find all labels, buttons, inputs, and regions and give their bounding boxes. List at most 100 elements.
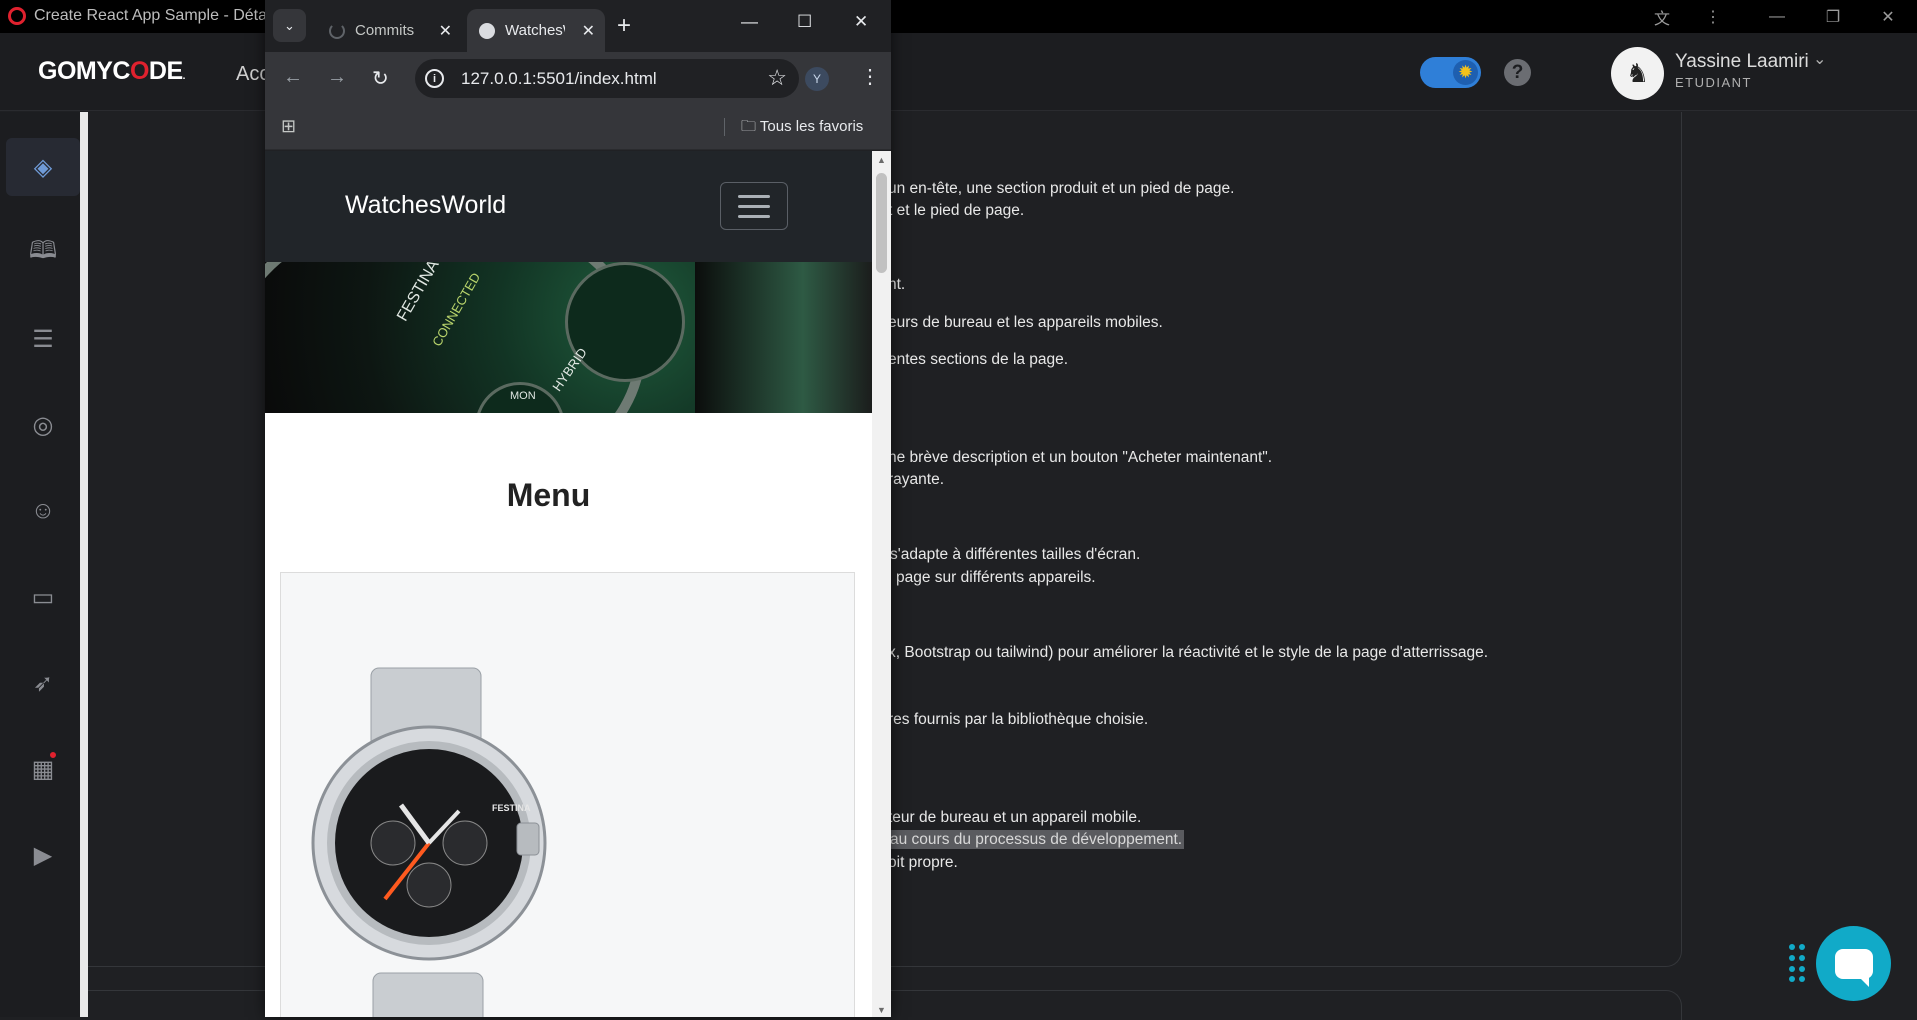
logo-text-o: O bbox=[129, 57, 149, 85]
tab-search-icon[interactable]: ⌄ bbox=[273, 9, 306, 42]
content-line-selected: au cours du processus de développement. bbox=[888, 830, 1185, 849]
sidebar-item-laptop[interactable]: ▭ bbox=[6, 568, 80, 626]
profile-avatar[interactable]: Y bbox=[805, 67, 829, 91]
selected-text: au cours du processus de développement. bbox=[888, 830, 1185, 849]
site-navbar: WatchesWorld bbox=[265, 151, 872, 262]
tab-title: WatchesWorld bbox=[505, 22, 565, 39]
scroll-down-icon[interactable]: ▼ bbox=[877, 1005, 886, 1015]
hamburger-menu-icon[interactable] bbox=[720, 182, 788, 230]
browser-window: ⌄ Commits ✕ WatchesWorld ✕ + — ☐ ✕ ← → ↻… bbox=[265, 0, 891, 1017]
chat-icon bbox=[1834, 948, 1873, 987]
bookmarks-bar: ⊞ 🗀 Tous les favoris bbox=[265, 104, 891, 150]
hero-banner-image: FESTINA CONNECTED HYBRID MON bbox=[265, 262, 872, 413]
logo-text-pre: GOMYC bbox=[38, 57, 130, 85]
user-name[interactable]: Yassine Laamiri bbox=[1675, 51, 1809, 73]
apps-grid-icon[interactable]: ⊞ bbox=[281, 116, 296, 137]
chat-button[interactable] bbox=[1816, 926, 1891, 1001]
reload-icon[interactable]: ↻ bbox=[372, 66, 389, 91]
chevron-down-icon[interactable]: ⌄ bbox=[1813, 49, 1826, 69]
content-line: eurs de bureau et les appareils mobiles. bbox=[888, 314, 1163, 331]
user-role: ETUDIANT bbox=[1675, 75, 1752, 90]
content-line: teur de bureau et un appareil mobile. bbox=[888, 809, 1142, 826]
restore-icon[interactable]: ❐ bbox=[1818, 4, 1848, 30]
tab-strip: ⌄ Commits ✕ WatchesWorld ✕ + — ☐ ✕ bbox=[265, 0, 891, 52]
product-card[interactable]: FESTINA bbox=[280, 572, 855, 1017]
tab-watchesworld[interactable]: WatchesWorld ✕ bbox=[467, 9, 605, 52]
gomycode-logo[interactable]: GOMYCODE. bbox=[38, 57, 185, 86]
back-icon[interactable]: ← bbox=[283, 66, 303, 89]
laptop-icon: ▭ bbox=[31, 583, 55, 611]
close-tab-icon[interactable]: ✕ bbox=[439, 21, 452, 41]
url-text[interactable]: 127.0.0.1:5501/index.html bbox=[461, 69, 657, 89]
avatar[interactable]: ♞ bbox=[1611, 47, 1664, 100]
kebab-icon[interactable]: ⋮ bbox=[860, 64, 880, 89]
forward-icon[interactable]: → bbox=[327, 66, 347, 89]
close-tab-icon[interactable]: ✕ bbox=[582, 21, 595, 41]
tab-title: Commits bbox=[355, 22, 415, 39]
content-line: page sur différents appareils. bbox=[896, 569, 1096, 586]
sidebar-item-video[interactable]: ▶ bbox=[6, 826, 80, 884]
hero-mon-text: MON bbox=[510, 390, 536, 402]
sidebar-scroll-rail[interactable] bbox=[80, 112, 88, 1017]
watch-favicon-icon bbox=[479, 22, 495, 39]
sidebar-item-target[interactable]: ◎ bbox=[6, 396, 80, 454]
sidebar-item-calendar[interactable]: ▦ bbox=[6, 740, 80, 798]
book-icon: 🕮 bbox=[28, 236, 58, 264]
window-title: Create React App Sample - Détails bbox=[34, 7, 283, 24]
logo-mark: . bbox=[182, 71, 186, 82]
translate-icon[interactable]: 文 bbox=[1647, 4, 1677, 30]
target-icon: ◎ bbox=[32, 411, 54, 439]
help-icon[interactable]: ? bbox=[1504, 59, 1531, 86]
minimize-icon[interactable]: — bbox=[1762, 4, 1792, 30]
page-viewport: WatchesWorld FESTINA CONNECTED HYBRID MO… bbox=[265, 151, 872, 1017]
notification-badge bbox=[48, 750, 58, 760]
site-info-icon[interactable]: i bbox=[425, 69, 444, 88]
content-line: x, Bootstrap ou tailwind) pour améliorer… bbox=[888, 644, 1489, 661]
theme-toggle[interactable]: ✹ bbox=[1420, 57, 1481, 88]
sidebar-item-book[interactable]: 🕮 bbox=[6, 224, 80, 282]
layers-icon: ◈ bbox=[33, 153, 53, 181]
sidebar-item-bookmark[interactable]: ☰ bbox=[6, 310, 80, 368]
bookmark-icon: ☰ bbox=[32, 325, 54, 353]
bookmark-star-icon[interactable]: ☆ bbox=[767, 65, 787, 91]
kebab-icon[interactable]: ⋮ bbox=[1698, 4, 1728, 30]
watch-dial-brand: FESTINA bbox=[492, 803, 531, 813]
maximize-icon[interactable]: ☐ bbox=[797, 12, 812, 32]
page-scrollbar[interactable]: ▲ ▼ bbox=[872, 151, 891, 1017]
logo-text-post: DE bbox=[148, 57, 183, 85]
site-brand[interactable]: WatchesWorld bbox=[345, 191, 506, 220]
browser-toolbar: ← → ↻ i 127.0.0.1:5501/index.html ☆ Y ⋮ bbox=[265, 52, 891, 104]
all-bookmarks-button[interactable]: 🗀 Tous les favoris bbox=[741, 116, 863, 141]
sun-icon: ✹ bbox=[1453, 60, 1478, 85]
sidebar-item-rocket[interactable]: ➶ bbox=[6, 654, 80, 712]
content-line: res fournis par la bibliothèque choisie. bbox=[888, 711, 1149, 728]
users-icon: ☺ bbox=[30, 497, 56, 524]
drag-handle-icon[interactable] bbox=[1789, 944, 1805, 984]
app-icon bbox=[8, 7, 26, 25]
new-tab-icon[interactable]: + bbox=[617, 12, 631, 40]
sidebar: ◈ 🕮 ☰ ◎ ☺ ▭ ➶ ▦ ▶ bbox=[0, 112, 80, 1017]
content-line: s'adapte à différentes tailles d'écran. bbox=[890, 546, 1141, 563]
scrollbar-thumb[interactable] bbox=[876, 173, 887, 273]
content-line: un en-tête, une section produit et un pi… bbox=[888, 180, 1235, 197]
product-watch-image bbox=[311, 667, 547, 1017]
rocket-icon: ➶ bbox=[32, 669, 54, 697]
watch-case-edge bbox=[695, 262, 872, 413]
folder-icon: 🗀 bbox=[741, 118, 757, 135]
content-line: ne brève description et un bouton "Achet… bbox=[888, 449, 1273, 466]
close-icon[interactable]: ✕ bbox=[854, 12, 868, 32]
video-icon: ▶ bbox=[33, 841, 53, 869]
sidebar-item-layers[interactable]: ◈ bbox=[6, 138, 80, 196]
content-line: oit propre. bbox=[888, 854, 958, 871]
sidebar-item-users[interactable]: ☺ bbox=[6, 482, 80, 540]
close-icon[interactable]: ✕ bbox=[1873, 4, 1903, 30]
content-line: t et le pied de page. bbox=[888, 202, 1025, 219]
minimize-icon[interactable]: — bbox=[741, 12, 758, 32]
content-line: entes sections de la page. bbox=[888, 351, 1069, 368]
loading-icon bbox=[329, 22, 345, 39]
all-bookmarks-label: Tous les favoris bbox=[759, 118, 864, 135]
address-bar[interactable]: i 127.0.0.1:5501/index.html ☆ bbox=[415, 59, 799, 98]
content-line: rayante. bbox=[888, 471, 945, 488]
scroll-up-icon[interactable]: ▲ bbox=[877, 155, 886, 165]
tab-commits[interactable]: Commits ✕ bbox=[317, 9, 462, 52]
